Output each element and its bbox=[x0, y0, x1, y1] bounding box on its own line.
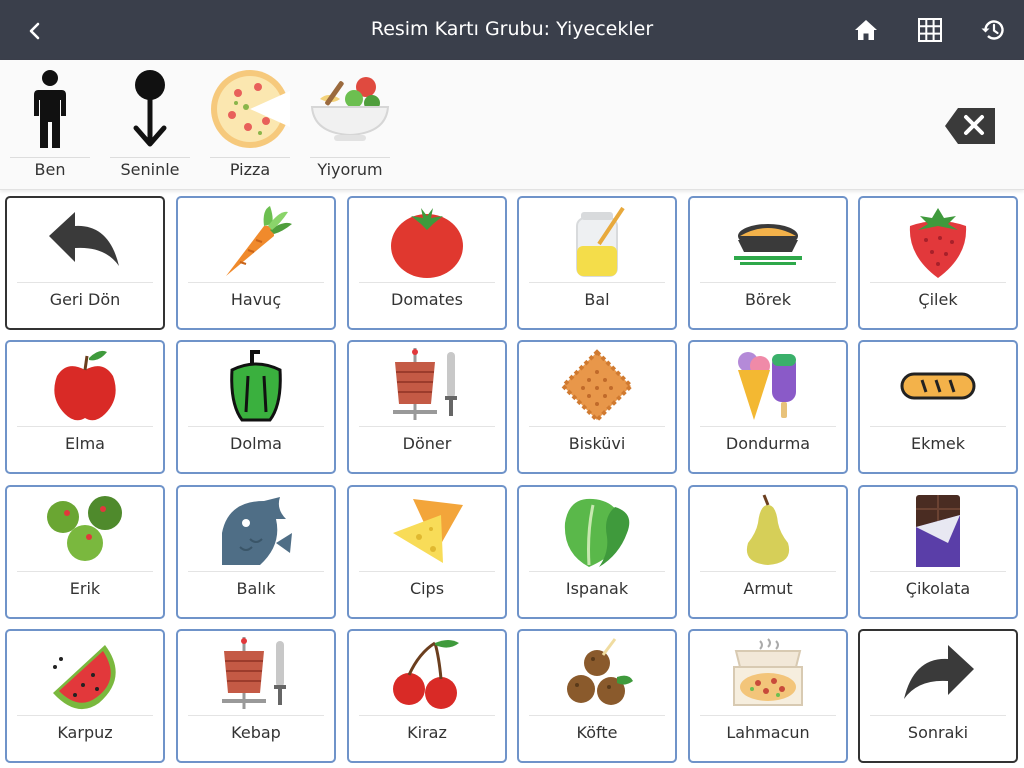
card-label: Dolma bbox=[230, 434, 282, 453]
carrot-icon bbox=[178, 204, 334, 280]
delete-button[interactable] bbox=[944, 107, 996, 145]
card-label: Döner bbox=[402, 434, 452, 453]
person-arrow-down-icon bbox=[110, 68, 190, 150]
sentence-word-pizza[interactable]: Pizza bbox=[210, 68, 290, 186]
sentence-word-label: Pizza bbox=[229, 160, 271, 179]
card-lahmacun[interactable]: Lahmacun bbox=[688, 629, 848, 763]
card-label: Armut bbox=[743, 579, 793, 598]
tomato-icon bbox=[349, 204, 505, 280]
card-kiraz[interactable]: Kiraz bbox=[347, 629, 507, 763]
sentence-word-seninle[interactable]: Seninle bbox=[110, 68, 190, 186]
sentence-bar: Ben Seninle Pizza Yiyorum bbox=[0, 60, 1024, 190]
card-borek[interactable]: Börek bbox=[688, 196, 848, 330]
card-label: Börek bbox=[744, 290, 792, 309]
home-button[interactable] bbox=[853, 17, 879, 43]
top-bar: Resim Kartı Grubu: Yiyecekler bbox=[0, 0, 1024, 60]
back-arrow-icon bbox=[7, 204, 163, 280]
spinach-icon bbox=[519, 493, 675, 569]
sentence-word-label: Seninle bbox=[120, 160, 180, 179]
card-ispanak[interactable]: Ispanak bbox=[517, 485, 677, 619]
card-karpuz[interactable]: Karpuz bbox=[5, 629, 165, 763]
card-label: Ispanak bbox=[565, 579, 629, 598]
history-button[interactable] bbox=[980, 17, 1006, 43]
fish-icon bbox=[178, 493, 334, 569]
card-dondurma[interactable]: Dondurma bbox=[688, 340, 848, 474]
card-label: Çikolata bbox=[905, 579, 971, 598]
card-havuc[interactable]: Havuç bbox=[176, 196, 336, 330]
biscuit-icon bbox=[519, 348, 675, 424]
card-balik[interactable]: Balık bbox=[176, 485, 336, 619]
chocolate-icon bbox=[860, 493, 1016, 569]
forward-arrow-icon bbox=[860, 637, 1016, 713]
sentence-word-yiyorum[interactable]: Yiyorum bbox=[310, 68, 390, 186]
card-biskuvi[interactable]: Bisküvi bbox=[517, 340, 677, 474]
card-label: Sonraki bbox=[907, 723, 969, 742]
kebab-icon bbox=[178, 637, 334, 713]
watermelon-icon bbox=[7, 637, 163, 713]
grid-button[interactable] bbox=[917, 17, 943, 43]
eating-bowl-icon bbox=[310, 68, 390, 150]
card-label: Cips bbox=[409, 579, 445, 598]
card-erik[interactable]: Erik bbox=[5, 485, 165, 619]
card-doner[interactable]: Döner bbox=[347, 340, 507, 474]
strawberry-icon bbox=[860, 204, 1016, 280]
card-label: Erik bbox=[69, 579, 101, 598]
card-label: Köfte bbox=[576, 723, 618, 742]
sentence-word-label: Yiyorum bbox=[317, 160, 383, 179]
sentence-word-ben[interactable]: Ben bbox=[10, 68, 90, 186]
pie-icon bbox=[690, 204, 846, 280]
cherry-icon bbox=[349, 637, 505, 713]
card-elma[interactable]: Elma bbox=[5, 340, 165, 474]
card-kebap[interactable]: Kebap bbox=[176, 629, 336, 763]
meatball-icon bbox=[519, 637, 675, 713]
card-label: Dondurma bbox=[725, 434, 811, 453]
card-label: Çilek bbox=[918, 290, 958, 309]
card-label: Kiraz bbox=[407, 723, 447, 742]
card-dolma[interactable]: Dolma bbox=[176, 340, 336, 474]
pear-icon bbox=[690, 493, 846, 569]
grid-icon bbox=[918, 18, 942, 42]
card-label: Balık bbox=[236, 579, 276, 598]
history-icon bbox=[981, 20, 1004, 40]
card-label: Bal bbox=[584, 290, 610, 309]
card-label: Ekmek bbox=[910, 434, 966, 453]
person-icon bbox=[10, 68, 90, 150]
lahmacun-icon bbox=[690, 637, 846, 713]
card-label: Domates bbox=[391, 290, 463, 309]
card-label: Havuç bbox=[230, 290, 282, 309]
pizza-icon bbox=[210, 68, 290, 150]
apple-icon bbox=[7, 348, 163, 424]
card-label: Kebap bbox=[231, 723, 281, 742]
card-bal[interactable]: Bal bbox=[517, 196, 677, 330]
card-geri-don[interactable]: Geri Dön bbox=[5, 196, 165, 330]
card-label: Bisküvi bbox=[568, 434, 626, 453]
honey-jar-icon bbox=[519, 204, 675, 280]
home-icon bbox=[855, 20, 877, 40]
plum-icon bbox=[7, 493, 163, 569]
card-ekmek[interactable]: Ekmek bbox=[858, 340, 1018, 474]
pepper-icon bbox=[178, 348, 334, 424]
bread-icon bbox=[860, 348, 1016, 424]
ice-cream-icon bbox=[690, 348, 846, 424]
card-cikolata[interactable]: Çikolata bbox=[858, 485, 1018, 619]
card-label: Lahmacun bbox=[726, 723, 810, 742]
card-label: Karpuz bbox=[57, 723, 113, 742]
card-label: Elma bbox=[65, 434, 105, 453]
card-armut[interactable]: Armut bbox=[688, 485, 848, 619]
backspace-icon bbox=[945, 108, 995, 144]
card-cips[interactable]: Cips bbox=[347, 485, 507, 619]
chips-icon bbox=[349, 493, 505, 569]
card-sonraki[interactable]: Sonraki bbox=[858, 629, 1018, 763]
card-cilek[interactable]: Çilek bbox=[858, 196, 1018, 330]
card-label: Geri Dön bbox=[49, 290, 121, 309]
sentence-word-label: Ben bbox=[34, 160, 66, 179]
card-domates[interactable]: Domates bbox=[347, 196, 507, 330]
card-kofte[interactable]: Köfte bbox=[517, 629, 677, 763]
doner-icon bbox=[349, 348, 505, 424]
